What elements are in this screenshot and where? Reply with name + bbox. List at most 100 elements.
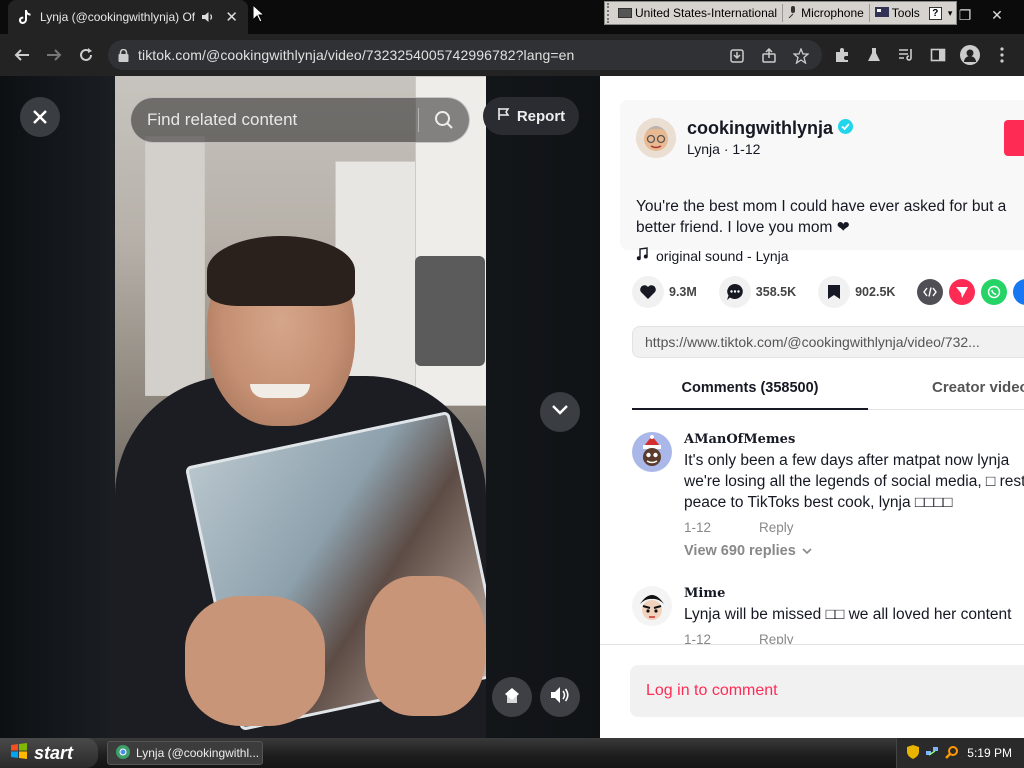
report-button[interactable]: Report: [483, 97, 579, 135]
microphone-icon: [788, 5, 798, 21]
comment-count: 358.5K: [755, 285, 797, 299]
comment-item: Mime Lynja will be missed □□ we all love…: [632, 586, 1024, 644]
like-count: 9.3M: [669, 285, 697, 299]
facebook-icon[interactable]: [1013, 279, 1024, 305]
comment-tabs: Comments (358500) Creator videos: [632, 376, 1024, 410]
floating-player-icon: [502, 685, 522, 710]
verified-badge-icon: [838, 118, 854, 139]
labs-flask-icon[interactable]: [862, 43, 886, 67]
security-shield-icon[interactable]: [907, 744, 919, 762]
commenter-name[interactable]: Mime: [684, 586, 725, 601]
tools-label: Tools: [891, 6, 920, 20]
search-icon[interactable]: [419, 110, 469, 130]
taskbar: start Lynja (@cookingwithl... 5:19 PM: [0, 738, 1024, 768]
like-button[interactable]: 9.3M: [632, 276, 697, 308]
view-replies-label: View 690 replies: [684, 543, 796, 559]
save-button[interactable]: 902.5K: [818, 276, 895, 308]
volume-icon: [550, 686, 570, 709]
commenter-name[interactable]: AManOfMemes: [684, 432, 795, 447]
close-video-button[interactable]: [20, 97, 60, 137]
comment-text: It's only been a few days after matpat n…: [684, 452, 1024, 511]
save-count: 902.5K: [855, 285, 896, 299]
close-window-icon[interactable]: ✕: [980, 0, 1014, 30]
browser-tab[interactable]: Lynja (@cookingwithlynja) Official ✕: [8, 0, 248, 34]
lock-icon[interactable]: [108, 48, 138, 62]
extensions-icon[interactable]: [830, 43, 854, 67]
help-icon[interactable]: ?: [928, 6, 942, 20]
search-tray-icon[interactable]: [945, 745, 959, 762]
comment-meta: 1-12 Reply: [684, 632, 794, 644]
network-icon[interactable]: [925, 745, 939, 762]
chevron-down-icon: [551, 403, 569, 421]
report-label: Report: [516, 107, 566, 125]
start-label: start: [34, 742, 74, 763]
volume-button[interactable]: [540, 677, 580, 717]
commenter-avatar[interactable]: [632, 432, 672, 472]
commenter-avatar[interactable]: [632, 586, 672, 626]
comment-meta: 1-12 Reply: [684, 520, 794, 535]
comment-date: 1-12: [684, 632, 712, 644]
next-video-button[interactable]: [540, 392, 580, 432]
tools-button[interactable]: Tools: [870, 2, 925, 24]
comment-button[interactable]: 358.5K: [718, 276, 797, 308]
install-app-icon[interactable]: [726, 45, 748, 67]
profile-avatar-icon[interactable]: [958, 43, 982, 67]
tab-close-icon[interactable]: ✕: [225, 8, 238, 26]
engagement-bar: 9.3M 358.5K 902.5K: [632, 276, 1024, 308]
tab-comments[interactable]: Comments (358500): [632, 376, 868, 410]
restore-window-icon[interactable]: ❐: [948, 0, 982, 30]
microphone-label: Microphone: [801, 6, 864, 20]
floating-player-button[interactable]: [492, 677, 532, 717]
reload-button[interactable]: [73, 42, 99, 68]
video-details-pane: cookingwithlynja Lynja · 1-12 You're the…: [600, 76, 1024, 738]
browser-menu-icon[interactable]: [990, 43, 1014, 67]
embed-code-icon[interactable]: [917, 279, 944, 305]
related-search-box[interactable]: Find related content: [130, 97, 470, 143]
share-page-icon[interactable]: [758, 45, 780, 67]
tab-creator-videos[interactable]: Creator videos: [932, 376, 1024, 400]
video-player[interactable]: [115, 76, 486, 738]
related-search-input[interactable]: Find related content: [131, 110, 418, 130]
follow-button[interactable]: [1004, 120, 1024, 156]
video-pane: Find related content Report: [0, 76, 600, 738]
forward-button[interactable]: [41, 42, 67, 68]
sound-link[interactable]: original sound - Lynja: [636, 247, 789, 264]
taskbar-browser-item[interactable]: Lynja (@cookingwithl...: [107, 741, 263, 765]
side-panel-icon[interactable]: [926, 43, 950, 67]
url-text: tiktok.com/@cookingwithlynja/video/73232…: [138, 47, 575, 63]
post-info-card: cookingwithlynja Lynja · 1-12 You're the…: [620, 100, 1024, 264]
chrome-icon: [116, 744, 130, 762]
video-caption: You're the best mom I could have ever as…: [636, 198, 1007, 236]
microphone-button[interactable]: Microphone: [783, 2, 869, 24]
address-bar[interactable]: tiktok.com/@cookingwithlynja/video/73232…: [108, 40, 822, 70]
tab-audio-icon[interactable]: [201, 10, 215, 24]
creator-avatar[interactable]: [636, 118, 676, 158]
send-to-friends-icon[interactable]: [949, 279, 976, 305]
view-replies-button[interactable]: View 690 replies: [684, 543, 812, 559]
back-button[interactable]: [9, 42, 35, 68]
comment-text: Lynja will be missed □□ we all loved her…: [684, 606, 1012, 623]
language-indicator[interactable]: United States-International: [613, 2, 782, 24]
keyboard-icon: [618, 8, 632, 18]
start-button[interactable]: start: [0, 738, 98, 768]
bookmark-star-icon[interactable]: [790, 45, 812, 67]
creator-username-text: cookingwithlynja: [687, 118, 834, 138]
chevron-down-icon: [802, 543, 812, 559]
language-bar: United States-International Microphone T…: [604, 1, 958, 25]
flag-icon: [497, 107, 511, 125]
reply-button[interactable]: Reply: [759, 520, 794, 535]
heart-icon: [632, 276, 664, 308]
comment-item: AManOfMemes It's only been a few days af…: [632, 432, 1024, 572]
tiktok-favicon-icon: [18, 10, 32, 24]
browser-toolbar: tiktok.com/@cookingwithlynja/video/73232…: [0, 34, 1024, 76]
video-link-field[interactable]: https://www.tiktok.com/@cookingwithlynja…: [632, 326, 1024, 358]
system-tray: 5:19 PM: [896, 738, 1024, 768]
sound-label: original sound - Lynja: [656, 247, 789, 264]
comment-date: 1-12: [684, 520, 712, 535]
whatsapp-icon[interactable]: [981, 279, 1008, 305]
media-controls-icon[interactable]: [894, 43, 918, 67]
language-label: United States-International: [635, 6, 778, 20]
reply-button[interactable]: Reply: [759, 632, 794, 644]
creator-username[interactable]: cookingwithlynja: [687, 118, 854, 139]
login-to-comment-button[interactable]: Log in to comment: [630, 665, 1024, 717]
